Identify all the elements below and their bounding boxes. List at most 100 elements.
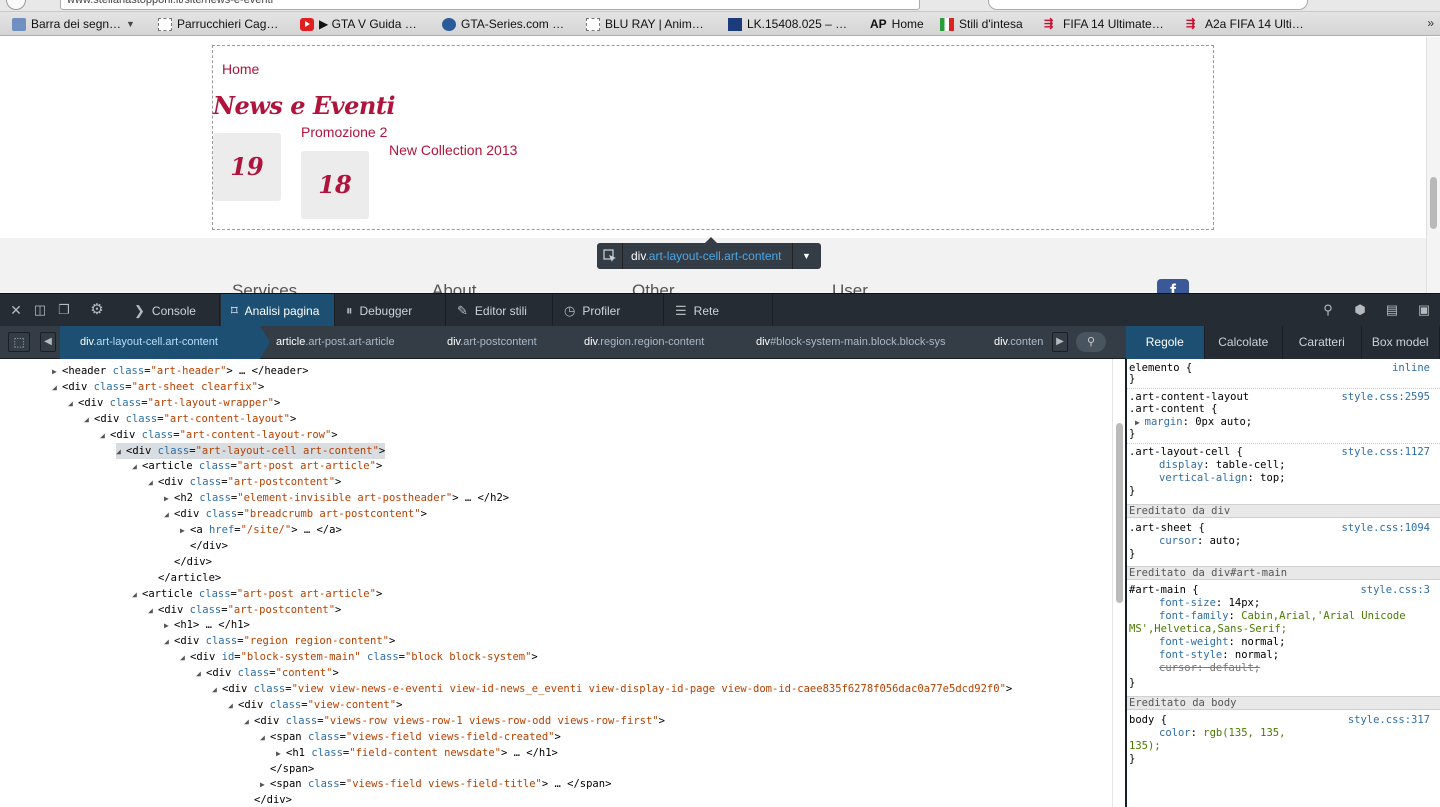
- markup-node[interactable]: </span>: [260, 761, 314, 777]
- rule-source-link[interactable]: style.css:1127: [1341, 446, 1430, 459]
- rule-source-link[interactable]: inline: [1392, 362, 1430, 375]
- markup-node[interactable]: </div>: [244, 792, 292, 807]
- markup-node[interactable]: ◢ <div class="art-content-layout-row">: [100, 427, 338, 443]
- markup-node[interactable]: ◢ <div class="art-postcontent">: [148, 602, 341, 618]
- rule-property[interactable]: font-style: normal;: [1159, 649, 1279, 662]
- collapse-twisty-icon[interactable]: ◢: [148, 475, 158, 491]
- collapse-twisty-icon[interactable]: ◢: [100, 428, 110, 444]
- rule-property[interactable]: font-weight: normal;: [1159, 636, 1285, 649]
- collapse-twisty-icon[interactable]: ◢: [84, 412, 94, 428]
- rule-property[interactable]: cursor: auto;: [1159, 535, 1241, 548]
- responsive-icon[interactable]: ▤: [1384, 302, 1400, 318]
- collapse-twisty-icon[interactable]: ◢: [132, 587, 142, 603]
- rule-property-overridden[interactable]: cursor: default;: [1159, 662, 1260, 675]
- collapse-twisty-icon[interactable]: ◢: [180, 650, 190, 666]
- search-bar[interactable]: [988, 0, 1308, 10]
- expand-twisty-icon[interactable]: ▶: [164, 618, 174, 634]
- rule-property[interactable]: vertical-align: top;: [1159, 472, 1285, 485]
- breadcrumb-item[interactable]: div.conten: [994, 326, 1050, 359]
- markup-node[interactable]: ◢ <div class="art-sheet clearfix">: [52, 379, 264, 395]
- markup-node[interactable]: ▶ <span class="views-field views-field-ti…: [260, 776, 611, 792]
- markup-node[interactable]: ◢ <div class="view view-news-e-eventi vie…: [212, 681, 1012, 697]
- collapse-twisty-icon[interactable]: ◢: [228, 698, 238, 714]
- markup-node[interactable]: ◢ <div class="art-layout-cell art-content…: [116, 442, 386, 460]
- expand-twisty-icon[interactable]: ▶: [164, 491, 174, 507]
- markup-node[interactable]: ◢ <div class="view-content">: [228, 697, 402, 713]
- tab-computed[interactable]: Calcolate: [1205, 326, 1283, 359]
- news-title-link[interactable]: New Collection 2013: [389, 142, 517, 158]
- rule-property[interactable]: color: rgb(135, 135,: [1159, 727, 1285, 740]
- tab-network[interactable]: ☰ Rete: [665, 294, 773, 327]
- close-icon[interactable]: ✕: [8, 302, 24, 318]
- search-icon[interactable]: ⚲: [1076, 332, 1106, 352]
- tab-fonts[interactable]: Caratteri: [1283, 326, 1362, 359]
- node-picker-icon[interactable]: ⬚: [8, 332, 30, 352]
- tab-profiler[interactable]: ◷ Profiler: [554, 294, 664, 327]
- facebook-icon[interactable]: f: [1157, 279, 1189, 293]
- collapse-twisty-icon[interactable]: ◢: [148, 603, 158, 619]
- paintbrush-icon[interactable]: ⚲: [1320, 302, 1336, 318]
- rule-property[interactable]: font-family: Cabin,Arial,'Arial Unicode: [1159, 610, 1406, 623]
- tab-box-model[interactable]: Box model: [1362, 326, 1440, 359]
- rule-source-link[interactable]: style.css:317: [1348, 714, 1430, 727]
- chevron-right-icon[interactable]: ▶: [1135, 418, 1145, 427]
- bookmark-item[interactable]: GTA-Series.com …: [442, 16, 564, 32]
- collapse-twisty-icon[interactable]: ◢: [68, 396, 78, 412]
- chevron-down-icon[interactable]: ▼: [793, 251, 821, 261]
- markup-node[interactable]: ◢ <div class="content">: [196, 665, 339, 681]
- bookmark-folder[interactable]: Barra dei segn… ▼: [12, 16, 135, 32]
- node-picker-icon[interactable]: [597, 243, 623, 269]
- markup-node[interactable]: </div>: [164, 554, 212, 570]
- markup-node[interactable]: </div>: [180, 538, 228, 554]
- rule-source-link[interactable]: style.css:2595: [1341, 391, 1430, 404]
- markup-node[interactable]: ◢ <div class="art-content-layout">: [84, 411, 296, 427]
- markup-node[interactable]: ◢ <article class="art-post art-article">: [132, 586, 382, 602]
- collapse-twisty-icon[interactable]: ◢: [244, 714, 254, 730]
- back-button[interactable]: [6, 0, 26, 10]
- markup-node[interactable]: ▶ <h1 class="field-content newsdate"> … <…: [276, 745, 558, 761]
- rule-source-link[interactable]: style.css:1094: [1341, 522, 1430, 535]
- expand-twisty-icon[interactable]: ▶: [260, 777, 270, 793]
- tab-rules[interactable]: Regole: [1126, 326, 1205, 359]
- markup-scrollbar[interactable]: [1112, 359, 1126, 807]
- bookmark-item[interactable]: Stili d'intesa: [940, 16, 1023, 32]
- bookmarks-overflow-icon[interactable]: »: [1427, 16, 1434, 30]
- bookmark-item[interactable]: Parrucchieri Cag…: [158, 16, 278, 32]
- dock-side-icon[interactable]: ◫: [32, 302, 48, 318]
- bookmark-item[interactable]: ⇶ FIFA 14 Ultimate…: [1044, 16, 1164, 32]
- markup-node[interactable]: ◢ <div id="block-system-main" class="bloc…: [180, 649, 538, 665]
- rule-property[interactable]: display: table-cell;: [1159, 459, 1285, 472]
- expand-twisty-icon[interactable]: ▶: [180, 523, 190, 539]
- tab-debugger[interactable]: ⏸ Debugger: [336, 294, 446, 327]
- markup-node[interactable]: ▶ <header class="art-header"> … </header>: [52, 363, 309, 379]
- rule-property[interactable]: ▶ margin: 0px auto;: [1135, 416, 1252, 429]
- address-bar[interactable]: www.stelianastopponi.it/site/news-e-even…: [60, 0, 920, 10]
- markup-node[interactable]: ◢ <div class="art-postcontent">: [148, 474, 341, 490]
- markup-node[interactable]: ▶ <a href="/site/"> … </a>: [180, 522, 342, 538]
- rule-property[interactable]: font-size: 14px;: [1159, 597, 1260, 610]
- markup-node[interactable]: ◢ <div class="region region-content">: [164, 633, 395, 649]
- collapse-twisty-icon[interactable]: ◢: [52, 380, 62, 396]
- tab-console[interactable]: ❯ Console: [124, 294, 220, 327]
- collapse-twisty-icon[interactable]: ◢: [132, 459, 142, 475]
- home-link[interactable]: Home: [222, 61, 259, 77]
- scrollbar-thumb[interactable]: [1116, 423, 1123, 603]
- expand-twisty-icon[interactable]: ▶: [52, 364, 62, 380]
- breadcrumb-item[interactable]: div.art-layout-cell.art-content: [60, 326, 260, 359]
- 3d-view-icon[interactable]: ⬢: [1352, 302, 1368, 318]
- bookmark-item[interactable]: ⇶ A2a FIFA 14 Ulti…: [1186, 16, 1304, 32]
- chevron-left-icon[interactable]: ◀: [40, 332, 56, 352]
- collapse-twisty-icon[interactable]: ◢: [212, 682, 222, 698]
- markup-node[interactable]: ◢ <div class="views-row views-row-1 views…: [244, 713, 665, 729]
- markup-node[interactable]: ▶ <h1> … </h1>: [164, 617, 250, 633]
- collapse-twisty-icon[interactable]: ◢: [116, 444, 126, 460]
- breadcrumb-item[interactable]: div.art-postcontent: [447, 326, 567, 359]
- collapse-twisty-icon[interactable]: ◢: [164, 507, 174, 523]
- gear-icon[interactable]: ⚙: [89, 302, 105, 318]
- collapse-twisty-icon[interactable]: ◢: [260, 730, 270, 746]
- tab-style-editor[interactable]: ✎ Editor stili: [447, 294, 553, 327]
- markup-node[interactable]: ▶ <h2 class="element-invisible art-posthe…: [164, 490, 509, 506]
- bookmark-item[interactable]: AP Home: [870, 16, 924, 32]
- news-title-link[interactable]: Promozione 2: [301, 124, 387, 140]
- bookmark-item[interactable]: ▶ GTA V Guida …: [300, 16, 417, 32]
